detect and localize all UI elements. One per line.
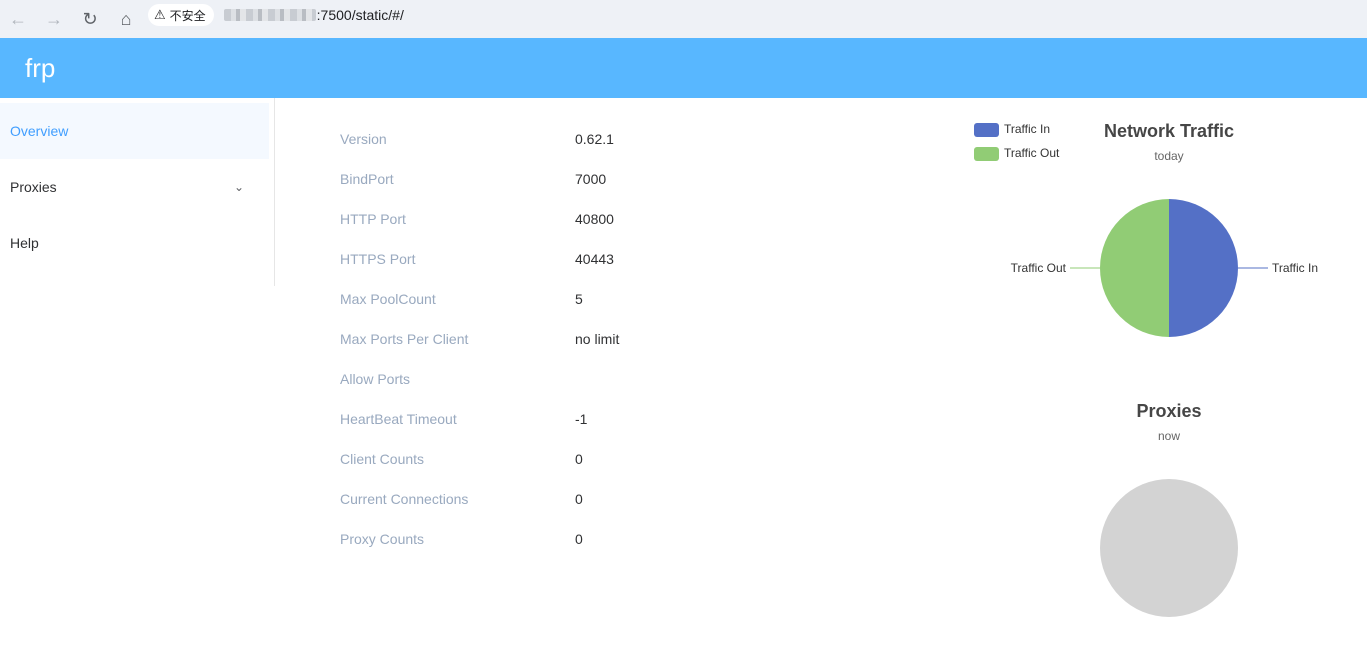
forward-icon[interactable]: → [36, 5, 72, 33]
url-visible: :7500/static/#/ [316, 7, 404, 23]
legend-label-traffic-out[interactable]: Traffic Out [1004, 146, 1060, 160]
info-row: HeartBeat Timeout -1 [340, 399, 940, 439]
browser-toolbar: ← → ↻ ⌂ ⚠ 不安全 :7500/static/#/ [0, 0, 1367, 38]
home-icon[interactable]: ⌂ [108, 5, 144, 33]
info-key: Version [340, 131, 387, 147]
info-key: Client Counts [340, 451, 425, 467]
proxies-chart: Proxies now [960, 390, 1360, 630]
slice-label-traffic-out: Traffic Out [1011, 261, 1067, 275]
legend-swatch-traffic-out[interactable] [974, 147, 999, 161]
info-row: Client Counts 0 [340, 439, 940, 479]
info-value: 7000 [575, 171, 607, 187]
info-row: BindPort 7000 [340, 159, 940, 199]
info-key: HeartBeat Timeout [340, 411, 457, 427]
info-value: 40800 [575, 211, 614, 227]
server-info-table: Version 0.62.1 BindPort 7000 HTTP Port 4080… [340, 119, 940, 559]
network-traffic-svg: Traffic In Traffic Out Network Traffic t… [974, 121, 1318, 337]
sidebar-item-label: Proxies [10, 179, 57, 195]
info-row: Max Ports Per Client no limit [340, 319, 940, 359]
chart-subtitle: now [1158, 429, 1180, 443]
info-row: Allow Ports [340, 359, 940, 399]
sidebar-menu: Overview Proxies ⌄ Help [0, 98, 275, 286]
sidebar-item-proxies[interactable]: Proxies ⌄ [0, 159, 274, 215]
info-key: BindPort [340, 171, 394, 187]
slice-label-traffic-in: Traffic In [1272, 261, 1318, 275]
info-value: 0.62.1 [575, 131, 614, 147]
info-value: 0 [575, 491, 583, 507]
sidebar-item-help[interactable]: Help [0, 215, 274, 271]
brand-logo[interactable]: frp [25, 53, 55, 84]
info-key: Allow Ports [340, 371, 411, 387]
address-bar[interactable]: ⚠ 不安全 :7500/static/#/ [148, 3, 1358, 27]
sidebar-item-overview[interactable]: Overview [0, 103, 269, 159]
chart-title: Proxies [1136, 401, 1201, 421]
info-value: 5 [575, 291, 583, 307]
back-icon[interactable]: ← [0, 5, 36, 33]
app-header: frp [0, 38, 1367, 98]
info-key: Max Ports Per Client [340, 331, 469, 347]
info-value: 40443 [575, 251, 614, 267]
pie-slice-traffic-out[interactable] [1100, 199, 1169, 337]
info-value: no limit [575, 331, 620, 347]
legend-swatch-traffic-in[interactable] [974, 123, 999, 137]
url-text[interactable]: :7500/static/#/ [223, 7, 404, 23]
pie-slices [1100, 199, 1238, 337]
info-row: HTTP Port 40800 [340, 199, 940, 239]
chart-subtitle: today [1154, 149, 1183, 163]
chevron-down-icon: ⌄ [233, 180, 244, 194]
network-traffic-chart: Traffic In Traffic Out Network Traffic t… [960, 108, 1360, 358]
info-key: HTTP Port [340, 211, 406, 227]
pie-slice-traffic-in[interactable] [1169, 199, 1238, 337]
empty-pie [1100, 479, 1238, 617]
info-row: Current Connections 0 [340, 479, 940, 519]
info-value: 0 [575, 451, 583, 467]
info-key: Max PoolCount [340, 291, 436, 307]
info-value: -1 [575, 411, 588, 427]
info-key: HTTPS Port [340, 251, 416, 267]
sidebar-item-label: Help [10, 235, 39, 251]
security-indicator[interactable]: ⚠ 不安全 [148, 4, 214, 26]
info-row: Max PoolCount 5 [340, 279, 940, 319]
sidebar-item-label: Overview [10, 123, 69, 139]
warning-icon: ⚠ [154, 7, 166, 22]
chart-title: Network Traffic [1104, 121, 1234, 141]
proxies-svg: Proxies now [1100, 401, 1238, 617]
info-key: Proxy Counts [340, 531, 425, 547]
legend-label-traffic-in[interactable]: Traffic In [1004, 122, 1050, 136]
reload-icon[interactable]: ↻ [72, 5, 108, 33]
security-label: 不安全 [169, 8, 206, 23]
info-key: Current Connections [340, 491, 469, 507]
info-row: HTTPS Port 40443 [340, 239, 940, 279]
info-row: Version 0.62.1 [340, 119, 940, 159]
info-value: 0 [575, 531, 583, 547]
redacted-host [223, 9, 316, 21]
info-row: Proxy Counts 0 [340, 519, 940, 559]
